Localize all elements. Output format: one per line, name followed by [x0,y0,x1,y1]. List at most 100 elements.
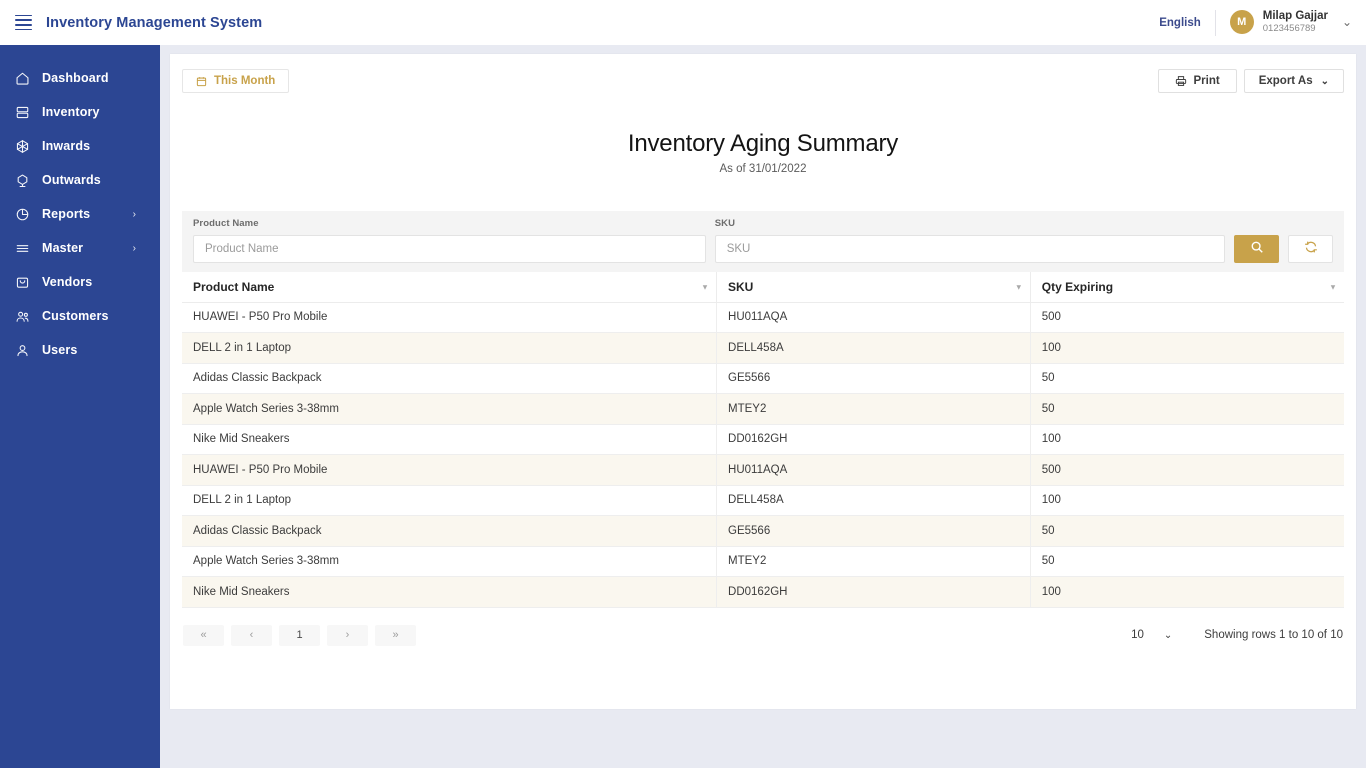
cell-sku: GE5566 [716,515,1031,547]
chevron-right-icon[interactable]: › [133,209,136,220]
cell-qty-expiring: 100 [1029,332,1344,364]
table-header: Product Name ▾ SKU ▾ Qty Expiring ▾ [182,272,1344,303]
search-icon [1250,240,1264,259]
column-header-qty-expiring[interactable]: Qty Expiring ▾ [1029,272,1344,303]
chevron-down-icon: ⌄ [1163,629,1173,641]
column-header-label: Product Name [193,279,275,294]
top-bar-right: English M Milap Gajjar 0123456789 ⌄ [1145,0,1366,45]
cell-product-name: Adidas Classic Backpack [182,363,717,394]
column-header-sku[interactable]: SKU ▾ [716,272,1031,303]
column-header-label: Qty Expiring [1041,279,1114,294]
sidebar-item-label: Inwards [42,139,91,153]
filter-bar: Product Name SKU [182,211,1344,272]
sidebar-item-label: Customers [42,309,109,323]
cell-sku: DELL458A [716,485,1031,516]
table-row[interactable]: Nike Mid Sneakers DD0162GH 100 [182,576,1344,608]
print-label: Print [1193,75,1220,87]
avatar: M [1229,10,1254,35]
sku-field-group: SKU [714,218,1226,263]
content-area: This Month Print Export As ⌄ Inventory A… [160,45,1366,768]
table-row[interactable]: DELL 2 in 1 Laptop DELL458A 100 [182,332,1344,364]
language-selector[interactable]: English [1145,17,1215,29]
user-phone: 0123456789 [1262,23,1316,35]
chevron-down-icon[interactable]: ▾ [703,282,707,291]
hamburger-icon[interactable] [10,10,36,36]
refresh-icon [1304,240,1318,259]
sidebar-item-users[interactable]: Users [0,333,160,367]
sidebar-item-master[interactable]: Master › [0,231,160,265]
report-table: Product Name ▾ SKU ▾ Qty Expiring ▾ HUAWEI - … [182,272,1344,608]
cell-qty-expiring: 100 [1029,424,1344,455]
chevron-down-icon[interactable]: ▾ [1331,282,1335,291]
table-row[interactable]: Adidas Classic Backpack GE5566 50 [182,363,1344,394]
outwards-box-icon [13,171,31,189]
users-icon [13,307,31,325]
pagination-page-1[interactable]: 1 [279,624,320,646]
report-subtitle: As of 31/01/2022 [719,163,807,175]
sidebar-item-reports[interactable]: Reports › [0,197,160,231]
cell-product-name: DELL 2 in 1 Laptop [182,332,717,364]
user-menu[interactable]: M Milap Gajjar 0123456789 ⌄ [1216,10,1366,35]
cell-product-name: HUAWEI - P50 Pro Mobile [182,302,717,333]
page-size-select[interactable]: 10 ⌄ [1131,629,1172,641]
cell-qty-expiring: 500 [1029,302,1344,333]
cell-product-name: Nike Mid Sneakers [182,576,717,608]
date-range-button[interactable]: This Month [182,69,290,93]
refresh-button[interactable] [1288,235,1334,263]
cell-product-name: HUAWEI - P50 Pro Mobile [182,454,717,486]
report-card: This Month Print Export As ⌄ Inventory A… [170,54,1356,709]
pagination-info-group: 10 ⌄ Showing rows 1 to 10 of 10 [1131,629,1343,641]
column-header-label: SKU [728,279,754,294]
sidebar-item-label: Vendors [42,275,93,289]
chevron-right-icon[interactable]: › [133,243,136,254]
user-icon [13,341,31,359]
calendar-icon [196,76,207,87]
sidebar-item-inventory[interactable]: Inventory [0,95,160,129]
column-header-product-name[interactable]: Product Name ▾ [182,272,717,303]
sku-label: SKU [714,218,736,229]
print-button[interactable]: Print [1157,69,1237,93]
table-row[interactable]: DELL 2 in 1 Laptop DELL458A 100 [182,485,1344,516]
cell-qty-expiring: 50 [1029,515,1344,547]
cell-qty-expiring: 50 [1029,363,1344,394]
user-name: Milap Gajjar [1262,9,1328,22]
cell-sku: HU011AQA [716,454,1031,486]
page-title: Inventory Management System [46,14,263,31]
cell-qty-expiring: 50 [1029,393,1344,425]
chevron-down-icon[interactable]: ⌄ [1342,15,1352,29]
sidebar-item-customers[interactable]: Customers [0,299,160,333]
cell-qty-expiring: 100 [1029,485,1344,516]
pagination-first[interactable]: « [183,624,224,646]
sidebar-item-vendors[interactable]: Vendors [0,265,160,299]
chevron-down-icon[interactable]: ▾ [1017,282,1021,291]
table-row[interactable]: Nike Mid Sneakers DD0162GH 100 [182,424,1344,455]
pagination-prev[interactable]: ‹ [231,624,272,646]
sidebar-item-label: Outwards [42,173,101,187]
table-row[interactable]: HUAWEI - P50 Pro Mobile HU011AQA 500 [182,454,1344,486]
sidebar-item-inwards[interactable]: Inwards [0,129,160,163]
showing-rows-text: Showing rows 1 to 10 of 10 [1204,629,1343,641]
cell-qty-expiring: 500 [1029,454,1344,486]
cell-product-name: Adidas Classic Backpack [182,515,717,547]
pagination-last[interactable]: » [375,624,416,646]
cell-sku: DD0162GH [716,424,1031,455]
export-as-button[interactable]: Export As ⌄ [1243,69,1344,93]
table-row[interactable]: Apple Watch Series 3-38mm MTEY2 50 [182,546,1344,577]
table-row[interactable]: Apple Watch Series 3-38mm MTEY2 50 [182,393,1344,425]
sku-input[interactable] [714,235,1226,263]
cell-qty-expiring: 50 [1029,546,1344,577]
bag-icon [13,273,31,291]
cell-product-name: Nike Mid Sneakers [182,424,717,455]
product-name-input[interactable] [193,235,706,263]
pagination-next[interactable]: › [327,624,368,646]
search-button[interactable] [1234,235,1280,263]
product-name-label: Product Name [193,218,259,229]
table-row[interactable]: HUAWEI - P50 Pro Mobile HU011AQA 500 [182,302,1344,333]
table-row[interactable]: Adidas Classic Backpack GE5566 50 [182,515,1344,547]
sidebar-item-label: Master [42,241,84,255]
sidebar-item-outwards[interactable]: Outwards [0,163,160,197]
toolbar: This Month Print Export As ⌄ [182,68,1344,94]
pagination-controls: « ‹ 1 › » [183,624,416,646]
sidebar-item-dashboard[interactable]: Dashboard [0,61,160,95]
sidebar-item-label: Users [42,343,78,357]
